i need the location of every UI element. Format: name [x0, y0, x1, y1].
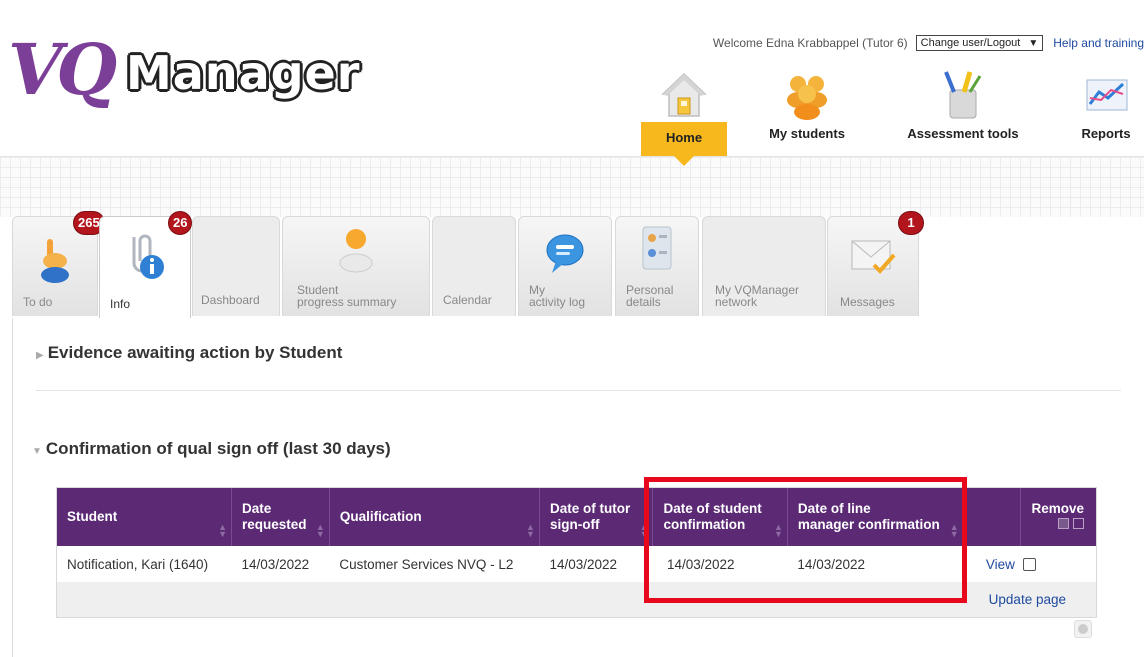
change-user-value: Change user/Logout: [920, 37, 1021, 49]
select-all-checkbox[interactable]: [1058, 518, 1069, 529]
logo-vq-text: VQ: [8, 28, 117, 111]
nav-my-students-label: My students: [769, 126, 845, 141]
messages-count-badge: 1: [898, 211, 924, 235]
collapse-arrow-icon: ▼: [32, 446, 42, 457]
envelope-icon: [848, 235, 898, 280]
tab-personal-details-line2: details: [626, 295, 661, 309]
id-card-icon: [639, 225, 675, 276]
col-qualification-label: Qualification: [339, 509, 422, 524]
update-page-link[interactable]: Update page: [989, 592, 1066, 607]
tab-personal-details[interactable]: Personal details: [615, 216, 699, 316]
tab-my-vqmanager-network[interactable]: My VQManager network: [702, 216, 826, 316]
tab-network-line2: network: [715, 295, 758, 309]
tab-activity-log-label: My activity log: [529, 284, 585, 308]
tab-info[interactable]: Info 26: [99, 211, 193, 318]
cell-date-requested: 14/03/2022: [241, 556, 310, 572]
footer-actions: Update page: [963, 582, 1096, 617]
col-date-requested-line2: requested: [242, 517, 307, 532]
cell-remove: [1021, 546, 1096, 582]
col-date-requested[interactable]: Date requested ▲ ▼: [231, 488, 330, 546]
sort-icon: ▲ ▼: [315, 522, 325, 539]
tab-to-do-label: To do: [23, 295, 53, 309]
deselect-all-checkbox[interactable]: [1073, 518, 1084, 529]
header-grid-background: [0, 157, 1144, 217]
col-date-requested-line1: Date: [242, 501, 272, 516]
help-and-training-link[interactable]: Help and training: [1053, 36, 1144, 50]
view-link[interactable]: View: [986, 557, 1015, 572]
cell-tutor-signoff: 14/03/2022: [549, 556, 618, 572]
col-qualification[interactable]: Qualification ▲ ▼: [329, 488, 540, 546]
col-student-label: Student: [67, 509, 118, 524]
nav-assessment-tools-label: Assessment tools: [907, 126, 1019, 141]
nav-reports-label: Reports: [1081, 126, 1131, 141]
remove-checkbox[interactable]: [1022, 558, 1036, 572]
vqmanager-logo[interactable]: VQ Manager: [8, 26, 359, 116]
tab-calendar-label: Calendar: [443, 293, 492, 307]
info-icon: [120, 231, 170, 286]
chevron-down-icon: ▼: [1028, 37, 1039, 49]
tab-student-progress-line2: progress summary: [297, 295, 397, 309]
change-user-select[interactable]: Change user/Logout ▼: [915, 35, 1044, 51]
col-view: [963, 488, 1022, 546]
chat-bubble-icon: [542, 231, 588, 282]
tab-messages-label: Messages: [840, 295, 895, 309]
tab-my-activity-log[interactable]: My activity log: [518, 216, 612, 316]
reports-icon: [1081, 70, 1131, 120]
tab-student-progress-summary[interactable]: Student progress summary: [282, 216, 430, 316]
col-remove: Remove: [1021, 488, 1096, 546]
tab-network-label: My VQManager network: [715, 284, 799, 308]
tab-personal-details-label: Personal details: [626, 284, 673, 308]
nav-home[interactable]: Home: [641, 70, 727, 166]
col-remove-label: Remove: [1031, 501, 1084, 516]
evidence-section-header[interactable]: ▶ Evidence awaiting action by Student: [36, 343, 342, 363]
nav-home-label: Home: [665, 130, 703, 145]
sort-icon: ▲ ▼: [526, 522, 535, 539]
col-tutor-signoff-line2: sign-off: [549, 517, 600, 532]
info-count-badge: 26: [168, 211, 193, 235]
tab-calendar[interactable]: Calendar: [432, 216, 516, 316]
tab-activity-log-line2: activity log: [529, 295, 586, 309]
nav-assessment-tools[interactable]: Assessment tools: [893, 70, 1033, 141]
student-icon: [336, 223, 376, 278]
tab-dashboard[interactable]: Dashboard: [192, 216, 280, 316]
sort-icon: ▲ ▼: [218, 522, 228, 539]
col-student[interactable]: Student ▲ ▼: [57, 488, 233, 546]
nav-reports[interactable]: Reports: [1068, 70, 1144, 141]
tab-info-label: Info: [110, 297, 131, 311]
confirmation-section-title: Confirmation of qual sign off (last 30 d…: [45, 439, 391, 458]
cell-view: View: [963, 546, 1021, 582]
col-tutor-signoff[interactable]: Date of tutor sign-off ▲ ▼: [539, 488, 654, 546]
logo-manager-text: Manager: [126, 46, 361, 100]
nav-my-students[interactable]: My students: [757, 70, 857, 141]
confirmation-section-header[interactable]: ▼ Confirmation of qual sign off (last 30 …: [32, 439, 391, 459]
evidence-section-title: Evidence awaiting action by Student: [47, 343, 343, 362]
tools-icon: [938, 70, 988, 120]
clear-icon[interactable]: [1074, 620, 1092, 638]
todo-icon: [35, 235, 75, 290]
section-divider: [36, 390, 1121, 391]
home-icon: [659, 70, 709, 120]
tab-dashboard-label: Dashboard: [201, 293, 260, 307]
expand-arrow-icon: ▶: [36, 350, 44, 361]
cell-qualification: Customer Services NVQ - L2: [339, 556, 514, 572]
welcome-text: Welcome Edna Krabbappel (Tutor 6): [712, 36, 908, 50]
tab-messages[interactable]: Messages 1: [827, 211, 924, 316]
tab-to-do[interactable]: To do 265: [12, 211, 105, 316]
cell-student: Notification, Kari (1640): [67, 556, 209, 572]
tab-student-progress-label: Student progress summary: [297, 284, 396, 308]
annotation-highlight-box: [644, 477, 967, 603]
students-icon: [782, 70, 832, 120]
col-tutor-signoff-line1: Date of tutor: [549, 501, 631, 516]
top-bar: Welcome Edna Krabbappel (Tutor 6) Change…: [713, 34, 1144, 52]
nav-home-pointer: [674, 156, 694, 166]
